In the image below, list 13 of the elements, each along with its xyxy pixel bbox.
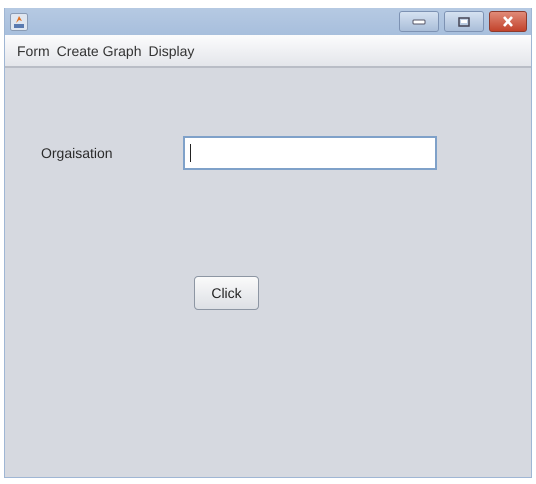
click-button[interactable]: Click <box>194 276 259 310</box>
menu-item[interactable]: Form <box>17 40 50 60</box>
maximize-button[interactable] <box>444 11 484 32</box>
close-button[interactable] <box>489 11 527 32</box>
app-icon <box>10 12 28 30</box>
field-label: Orgaisation <box>41 145 114 161</box>
menu-item[interactable]: Display <box>148 40 194 60</box>
maximize-icon <box>458 16 470 26</box>
close-icon <box>502 16 514 27</box>
input-field[interactable] <box>183 136 437 170</box>
minimize-button[interactable] <box>399 11 439 32</box>
minimize-icon <box>412 18 426 24</box>
menu-item[interactable]: Create Graph <box>56 40 142 60</box>
